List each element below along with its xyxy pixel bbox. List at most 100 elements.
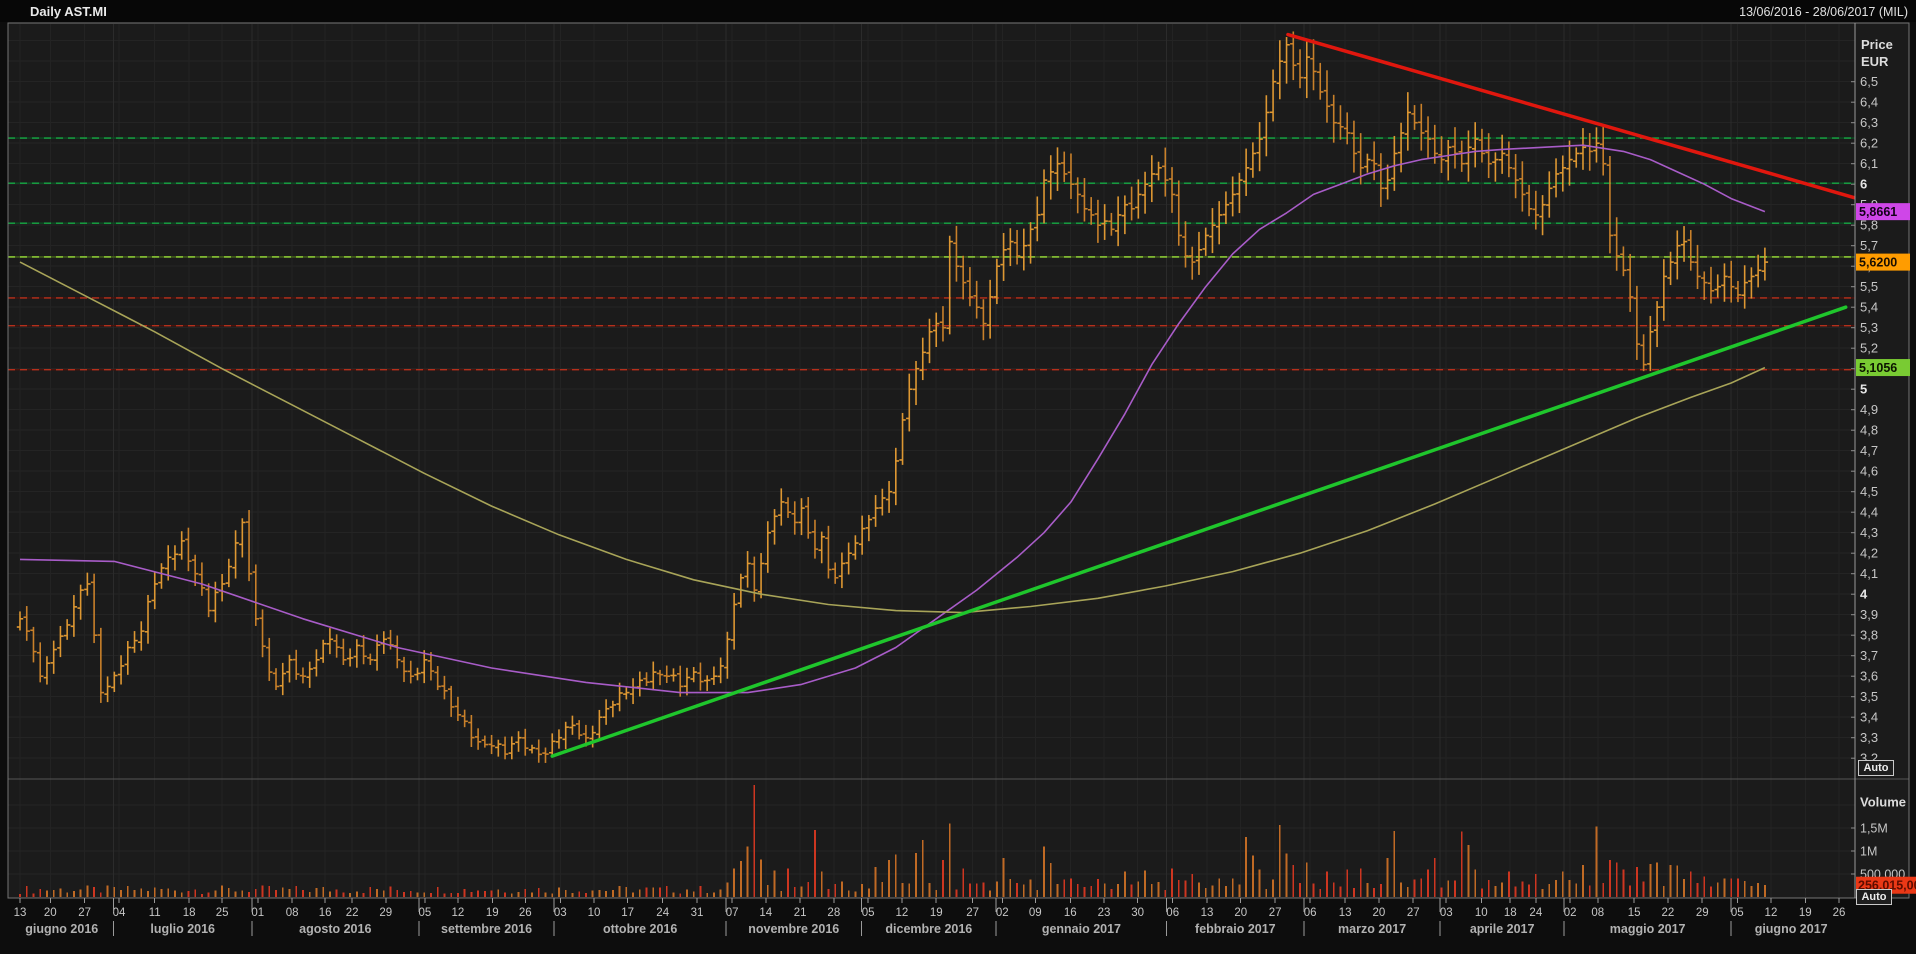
day-tick-label: 12 <box>895 907 908 919</box>
ma-purple-value-tag: 5,8661 <box>1859 205 1897 219</box>
day-tick-label: 13 <box>14 907 27 919</box>
price-axis-unit: EUR <box>1861 54 1889 69</box>
price-tick-label: 6,4 <box>1860 95 1878 110</box>
day-tick-label: 09 <box>1029 907 1042 919</box>
price-tick-label: 4,5 <box>1860 484 1878 499</box>
day-tick-label: 02 <box>1564 907 1577 919</box>
chart-canvas[interactable]: PriceEUR6,56,46,36,26,165,95,85,75,65,55… <box>0 0 1916 954</box>
volume-axis-title: Volume <box>1860 795 1906 810</box>
month-label: giugno 2016 <box>25 922 98 936</box>
price-tick-label: 4,6 <box>1860 464 1878 479</box>
month-label: ottobre 2016 <box>603 922 677 936</box>
price-tick-label: 4,8 <box>1860 423 1878 438</box>
day-tick-label: 01 <box>251 907 264 919</box>
day-tick-label: 29 <box>379 907 392 919</box>
day-tick-label: 17 <box>621 907 634 919</box>
price-tick-label: 4 <box>1860 587 1868 602</box>
day-tick-label: 08 <box>1591 907 1604 919</box>
price-tick-label: 4,3 <box>1860 525 1878 540</box>
month-label: luglio 2016 <box>150 922 215 936</box>
day-tick-label: 18 <box>183 907 196 919</box>
day-tick-label: 19 <box>930 907 943 919</box>
volume-pane-auto-scale-button[interactable]: Auto <box>1856 889 1892 905</box>
day-tick-label: 28 <box>827 907 840 919</box>
day-tick-label: 06 <box>1304 907 1317 919</box>
day-tick-label: 03 <box>1440 907 1453 919</box>
price-tick-label: 4,1 <box>1860 566 1878 581</box>
price-tick-label: 4,4 <box>1860 505 1878 520</box>
day-tick-label: 29 <box>1696 907 1709 919</box>
day-tick-label: 24 <box>656 907 669 919</box>
price-tick-label: 5,7 <box>1860 238 1878 253</box>
price-tick-label: 4,9 <box>1860 402 1878 417</box>
day-tick-label: 06 <box>1166 907 1179 919</box>
price-tick-label: 5 <box>1860 382 1867 397</box>
day-tick-label: 19 <box>1799 907 1812 919</box>
month-label: marzo 2017 <box>1338 922 1406 936</box>
price-tick-label: 3,5 <box>1860 689 1878 704</box>
price-tick-label: 5,3 <box>1860 320 1878 335</box>
day-tick-label: 21 <box>794 907 807 919</box>
day-tick-label: 05 <box>418 907 431 919</box>
trading-chart-window: Daily AST.MI 13/06/2016 - 28/06/2017 (MI… <box>0 0 1916 954</box>
day-tick-label: 25 <box>216 907 229 919</box>
day-tick-label: 16 <box>1064 907 1077 919</box>
volume-tick-label: 1,5M <box>1860 822 1888 836</box>
month-label: dicembre 2016 <box>885 922 972 936</box>
day-tick-label: 13 <box>1201 907 1214 919</box>
price-tick-label: 6,1 <box>1860 156 1878 171</box>
day-tick-label: 26 <box>519 907 532 919</box>
day-tick-label: 03 <box>554 907 567 919</box>
price-tick-label: 6,5 <box>1860 74 1878 89</box>
chart-title: Daily AST.MI <box>30 4 107 19</box>
price-tick-label: 6,2 <box>1860 136 1878 151</box>
day-tick-label: 20 <box>1234 907 1247 919</box>
price-tick-label: 3,7 <box>1860 648 1878 663</box>
month-label: settembre 2016 <box>441 922 532 936</box>
price-tick-label: 5,4 <box>1860 300 1878 315</box>
plot-background <box>8 23 1909 898</box>
day-tick-label: 07 <box>726 907 739 919</box>
day-tick-label: 12 <box>1765 907 1778 919</box>
day-tick-label: 12 <box>452 907 465 919</box>
price-tick-label: 3,6 <box>1860 669 1878 684</box>
ma-olive-value-tag: 5,1056 <box>1859 361 1897 375</box>
last-price-tag: 5,6200 <box>1859 256 1897 270</box>
day-tick-label: 22 <box>346 907 359 919</box>
month-label: giugno 2017 <box>1755 922 1828 936</box>
month-label: novembre 2016 <box>748 922 839 936</box>
day-tick-label: 05 <box>1731 907 1744 919</box>
day-tick-label: 18 <box>1504 907 1517 919</box>
day-tick-label: 14 <box>759 907 772 919</box>
month-label: febbraio 2017 <box>1195 922 1276 936</box>
day-tick-label: 08 <box>286 907 299 919</box>
volume-tick-label: 1M <box>1860 845 1877 859</box>
date-range-label: 13/06/2016 - 28/06/2017 (MIL) <box>1739 5 1908 19</box>
day-tick-label: 15 <box>1628 907 1641 919</box>
price-tick-label: 3,9 <box>1860 607 1878 622</box>
day-tick-label: 16 <box>319 907 332 919</box>
day-tick-label: 10 <box>1475 907 1488 919</box>
day-tick-label: 26 <box>1833 907 1846 919</box>
day-tick-label: 20 <box>44 907 57 919</box>
day-tick-label: 23 <box>1098 907 1111 919</box>
month-label: aprile 2017 <box>1470 922 1535 936</box>
day-tick-label: 30 <box>1131 907 1144 919</box>
month-label: maggio 2017 <box>1610 922 1686 936</box>
price-tick-label: 3,4 <box>1860 710 1878 725</box>
price-tick-label: 6 <box>1860 177 1867 192</box>
day-tick-label: 02 <box>996 907 1009 919</box>
price-tick-label: 3,3 <box>1860 730 1878 745</box>
month-label: agosto 2016 <box>299 922 371 936</box>
price-tick-label: 4,2 <box>1860 546 1878 561</box>
day-tick-label: 24 <box>1529 907 1542 919</box>
day-tick-label: 27 <box>966 907 979 919</box>
price-tick-label: 4,7 <box>1860 443 1878 458</box>
day-tick-label: 11 <box>149 907 161 919</box>
day-tick-label: 19 <box>486 907 499 919</box>
price-pane-auto-scale-button[interactable]: Auto <box>1858 760 1894 776</box>
day-tick-label: 04 <box>113 907 126 919</box>
price-tick-label: 5,5 <box>1860 279 1878 294</box>
day-tick-label: 27 <box>78 907 91 919</box>
day-tick-label: 20 <box>1372 907 1385 919</box>
